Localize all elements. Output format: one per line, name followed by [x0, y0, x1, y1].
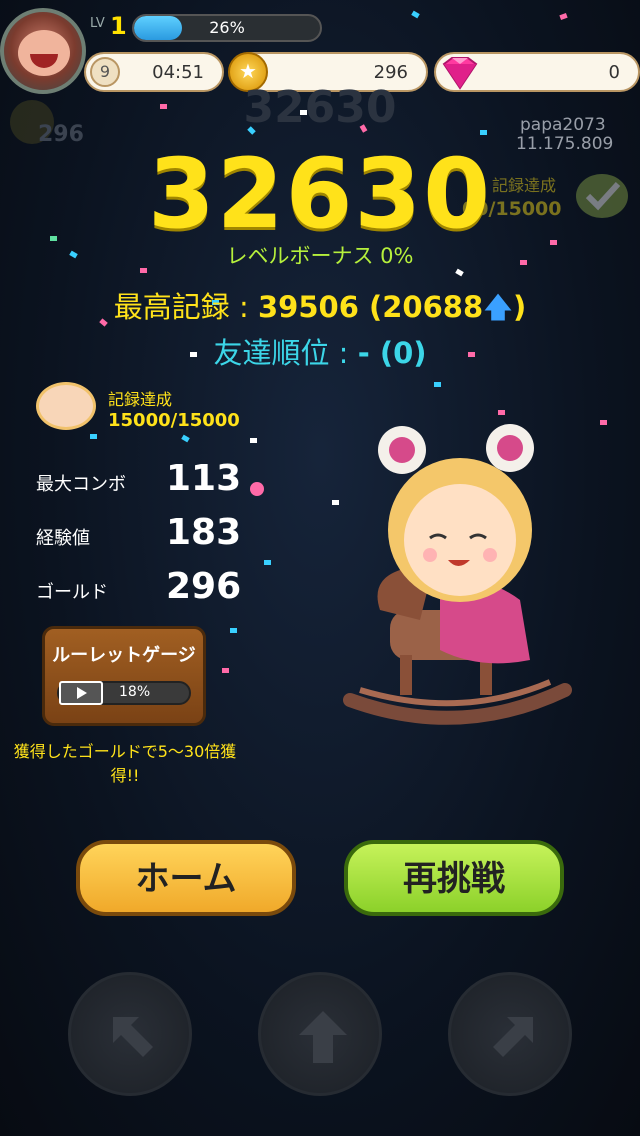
- friend-rank: 友達順位 : - (0): [0, 330, 640, 372]
- best-record-value: 39506 (20688: [258, 290, 484, 324]
- avatar-face: [18, 30, 70, 76]
- achievement-label: 記録達成: [108, 390, 173, 409]
- max-combo-value: 113: [166, 458, 242, 499]
- gold-earned-value: 296: [166, 566, 242, 607]
- level-label: LV: [90, 16, 105, 31]
- experience-label: 経験値: [36, 528, 90, 549]
- best-record: 最高記録 : 39506 (20688🡅): [0, 284, 640, 336]
- move-up-right-button[interactable]: [448, 972, 572, 1096]
- xp-percent-text: 26%: [209, 18, 245, 37]
- final-score: 32630: [148, 138, 492, 250]
- roulette-gauge-panel[interactable]: ルーレットゲージ 18%: [42, 626, 206, 726]
- arrow-up-blue-icon: 🡅: [483, 290, 513, 324]
- best-record-label: 最高記録 :: [113, 290, 258, 324]
- retry-button[interactable]: 再挑戦: [344, 840, 564, 916]
- arrow-up-left-icon: [113, 1017, 153, 1057]
- gold-label: ゴールド: [36, 582, 108, 603]
- move-up-button[interactable]: [258, 972, 382, 1096]
- arrow-up-right-icon: [493, 1017, 533, 1057]
- gold-value: 296: [373, 62, 408, 83]
- level-number: 1: [110, 12, 127, 40]
- video-play-icon: [59, 681, 103, 705]
- roulette-note: 獲得したゴールドで5〜30倍獲得!!: [13, 742, 237, 785]
- roulette-progress-bar: 18%: [57, 681, 191, 705]
- friend-rank-value: - (0): [357, 336, 427, 370]
- move-up-left-button[interactable]: [68, 972, 192, 1096]
- max-combo-label: 最大コンボ: [36, 474, 126, 495]
- level-bonus: レベルボーナス 0%: [226, 244, 414, 268]
- roulette-percent: 18%: [119, 684, 151, 700]
- best-record-close: ): [512, 290, 527, 324]
- friend-name: papa2073: [520, 115, 606, 135]
- character-mini-face-icon: [36, 382, 96, 430]
- xp-progress-bar: 26%: [132, 14, 322, 42]
- achievement-progress: 15000/15000: [108, 410, 240, 431]
- arrow-up-icon: [299, 1011, 347, 1063]
- roulette-title: ルーレットゲージ: [52, 645, 196, 666]
- character-rocking-horse-illustration: [343, 424, 572, 725]
- timer-value: 04:51: [152, 62, 204, 83]
- experience-value: 183: [166, 512, 242, 553]
- friend-rank-label: 友達順位 :: [213, 336, 358, 370]
- home-button[interactable]: ホーム: [76, 840, 296, 916]
- gem-value: 0: [608, 62, 620, 83]
